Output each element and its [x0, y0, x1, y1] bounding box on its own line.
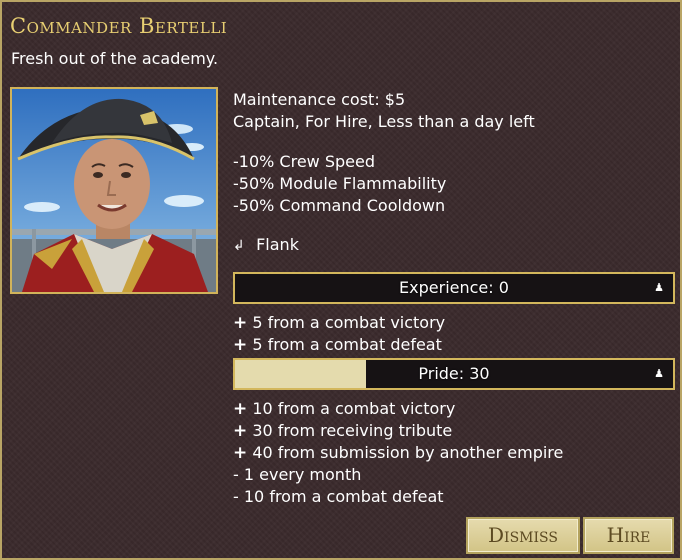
experience-sources: + 5 from a combat victory + 5 from a com…	[233, 312, 445, 356]
modifier-item: -10% Crew Speed	[233, 152, 375, 171]
list-item: + 10 from a combat victory	[233, 399, 456, 419]
list-item: + 30 from receiving tribute	[233, 421, 453, 441]
commander-panel: Commander Bertelli Fresh out of the acad…	[0, 0, 682, 560]
experience-bar: Experience: 0 ♟	[233, 272, 675, 304]
hire-button[interactable]: Hire	[583, 517, 674, 554]
commander-name: Commander Bertelli	[10, 14, 228, 38]
person-icon: ♟	[654, 367, 664, 380]
pride-sources: + 10 from a combat victory + 30 from rec…	[233, 398, 563, 508]
list-item: - 10 from a combat defeat	[233, 487, 444, 506]
modifier-item: -50% Command Cooldown	[233, 196, 446, 215]
list-item: + 5 from a combat defeat	[233, 335, 442, 355]
commander-details: Maintenance cost: $5 Captain, For Hire, …	[233, 89, 535, 133]
list-item: - 1 every month	[233, 465, 362, 484]
modifier-item: -50% Module Flammability	[233, 174, 447, 193]
flank-arrow-icon: ↲	[233, 238, 245, 254]
list-item: + 40 from submission by another empire	[233, 443, 564, 463]
pride-label: Pride: 30	[418, 364, 490, 383]
dismiss-button[interactable]: Dismiss	[466, 517, 580, 554]
commander-portrait	[10, 87, 218, 294]
pride-bar: Pride: 30 ♟	[233, 358, 675, 390]
modifier-list: -10% Crew Speed -50% Module Flammability…	[233, 151, 446, 217]
experience-label: Experience: 0	[399, 278, 509, 297]
ability-flank: ↲ Flank	[233, 235, 299, 254]
maintenance-cost: Maintenance cost: $5	[233, 90, 406, 109]
person-icon: ♟	[654, 281, 664, 294]
commander-status: Captain, For Hire, Less than a day left	[233, 112, 535, 131]
list-item: + 5 from a combat victory	[233, 313, 446, 333]
commander-description: Fresh out of the academy.	[11, 49, 219, 68]
ability-label: Flank	[256, 235, 299, 254]
